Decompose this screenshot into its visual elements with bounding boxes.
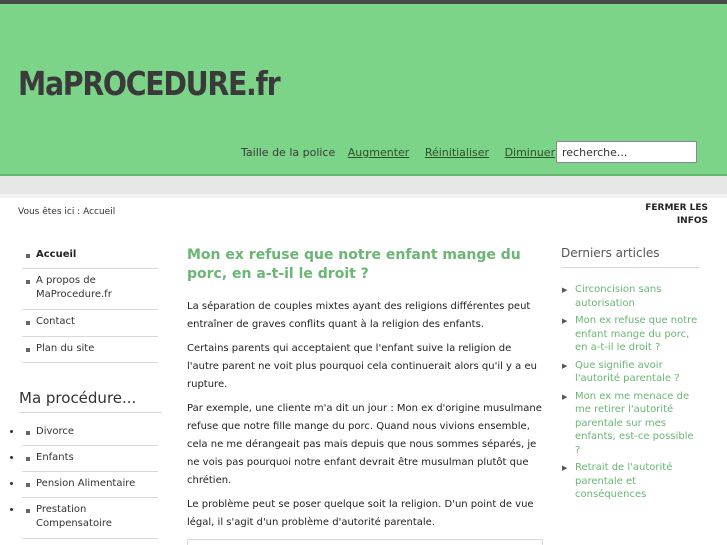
font-size-label: Taille de la police xyxy=(241,146,336,159)
latest-article-link[interactable]: Circoncision sans autorisation xyxy=(562,283,702,310)
close-info-button[interactable]: FERMER LES INFOS xyxy=(638,202,708,228)
article-title[interactable]: Mon ex refuse que notre enfant mange du … xyxy=(187,246,543,284)
nav-item-accueil[interactable]: Accueil xyxy=(22,243,158,269)
latest-article-link[interactable]: Mon ex refuse que notre enfant mange du … xyxy=(562,314,702,355)
font-reset-link[interactable]: Réinitialiser xyxy=(425,146,489,159)
breadcrumb: Vous êtes ici : Accueil xyxy=(18,207,116,217)
latest-articles-list: Circoncision sans autorisation Mon ex re… xyxy=(562,283,702,506)
header-band-light xyxy=(0,194,727,198)
nav-item-pension-alimentaire[interactable]: Pension Alimentaire xyxy=(22,472,158,498)
article-body: La séparation de couples mixtes ayant de… xyxy=(187,298,545,538)
font-decrease-link[interactable]: Diminuer xyxy=(505,146,556,159)
site-logo[interactable]: MaPROCEDURE.fr xyxy=(18,64,281,103)
procedure-nav: Divorce Enfants Pension Alimentaire Pres… xyxy=(22,420,158,539)
article-paragraph: Certains parents qui acceptaient que l'e… xyxy=(187,343,537,390)
latest-articles-title: Derniers articles xyxy=(561,246,700,268)
nav-item-a-propos[interactable]: A propos de MaProcedure.fr xyxy=(22,269,158,310)
latest-article-link[interactable]: Mon ex me menace de me retirer l'autorit… xyxy=(562,390,702,458)
font-size-controls: Taille de la police Augmenter Réinitiali… xyxy=(241,146,555,159)
search-input[interactable] xyxy=(556,141,697,163)
article-footer-box xyxy=(187,539,543,545)
article-paragraph: La séparation de couples mixtes ayant de… xyxy=(187,301,531,330)
font-increase-link[interactable]: Augmenter xyxy=(348,146,410,159)
latest-article-link[interactable]: Que signifie avoir l'autorité parentale … xyxy=(562,359,702,386)
article-paragraph: Le problème peut se poser quelque soit l… xyxy=(187,499,534,528)
header-band xyxy=(0,176,727,194)
nav-item-divorce[interactable]: Divorce xyxy=(22,420,158,446)
nav-item-prestation-compensatoire[interactable]: Prestation Compensatoire xyxy=(22,498,158,539)
nav-item-enfants[interactable]: Enfants xyxy=(22,446,158,472)
main-nav: Accueil A propos de MaProcedure.fr Conta… xyxy=(22,243,158,363)
article-paragraph: Par exemple, une cliente m'a dit un jour… xyxy=(187,403,542,486)
latest-article-link[interactable]: Retrait de l'autorité parentale et consé… xyxy=(562,461,702,502)
nav-item-contact[interactable]: Contact xyxy=(22,310,158,337)
section-title-ma-procedure: Ma procédure... xyxy=(19,389,162,413)
nav-item-plan-du-site[interactable]: Plan du site xyxy=(22,337,158,363)
